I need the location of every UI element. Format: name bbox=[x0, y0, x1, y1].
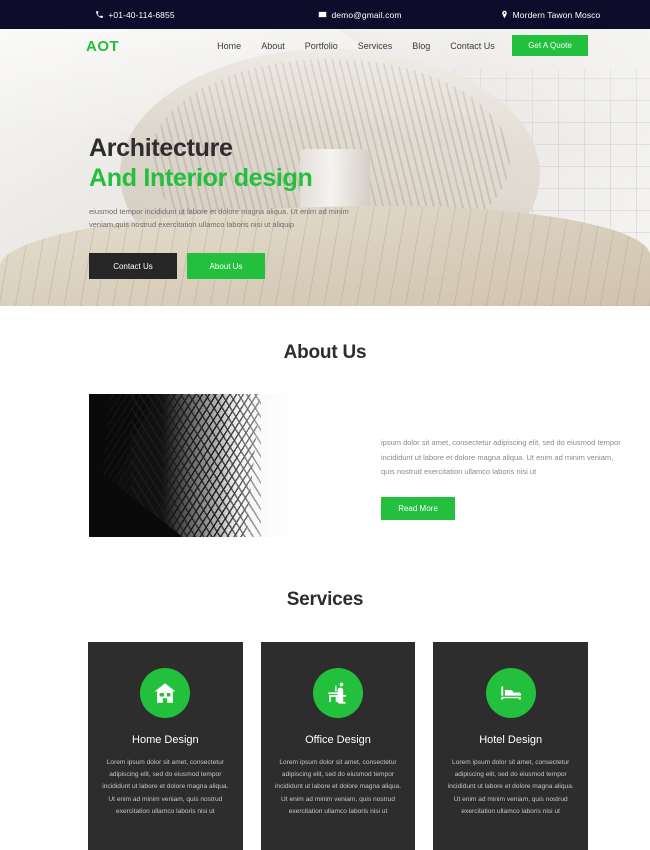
about-title: About Us bbox=[283, 342, 367, 363]
nav-item-contact-us[interactable]: Contact Us bbox=[450, 41, 495, 51]
topbar-location-text: Mordern Tawon Mosco bbox=[512, 9, 601, 20]
services-cards: Home Design Lorem ipsum dolor sit amet, … bbox=[0, 642, 650, 850]
nav-item-portfolio[interactable]: Portfolio bbox=[305, 41, 338, 51]
landing-page: +01-40-114-6855 demo@gmail.com Mordern T… bbox=[0, 0, 650, 850]
about-text-block: ipsum dolor sit amet, consectetur adipis… bbox=[381, 394, 626, 520]
service-card-title: Hotel Design bbox=[479, 734, 543, 746]
nav-item-blog[interactable]: Blog bbox=[412, 41, 430, 51]
hero-buttons: Contact Us About Us bbox=[89, 253, 389, 280]
service-card-text: Lorem ipsum dolor sit amet, consectetur … bbox=[447, 759, 574, 815]
about-section: About Us ipsum dolor sit amet, consectet… bbox=[0, 306, 650, 537]
service-card-office-design[interactable]: Office Design Lorem ipsum dolor sit amet… bbox=[260, 642, 416, 850]
about-image bbox=[89, 394, 331, 537]
top-contact-bar: +01-40-114-6855 demo@gmail.com Mordern T… bbox=[0, 0, 650, 29]
service-card-hotel-design[interactable]: Hotel Design Lorem ipsum dolor sit amet,… bbox=[433, 642, 589, 850]
service-card-title: Office Design bbox=[305, 734, 371, 746]
nav-item-home[interactable]: Home bbox=[217, 41, 241, 51]
hero-title-line1: Architecture bbox=[89, 134, 233, 162]
hero-title: Architecture And Interior design bbox=[89, 134, 389, 193]
main-navigation: AOT Home About Portfolio Services Blog C… bbox=[0, 29, 650, 63]
bed-icon bbox=[485, 668, 536, 718]
site-logo[interactable]: AOT bbox=[86, 38, 119, 55]
service-card-text: Lorem ipsum dolor sit amet, consectetur … bbox=[102, 759, 229, 815]
house-icon bbox=[140, 668, 191, 718]
hero-content: Architecture And Interior design eiusmod… bbox=[89, 134, 389, 280]
topbar-email-text: demo@gmail.com bbox=[331, 9, 402, 20]
hero-contact-us-button[interactable]: Contact Us bbox=[89, 253, 177, 280]
topbar-email[interactable]: demo@gmail.com bbox=[270, 10, 450, 20]
about-read-more-button[interactable]: Read More bbox=[381, 496, 455, 520]
hero-section: AOT Home About Portfolio Services Blog C… bbox=[0, 29, 650, 306]
phone-icon bbox=[95, 10, 104, 19]
service-card-text: Lorem ipsum dolor sit amet, consectetur … bbox=[274, 759, 402, 815]
about-paragraph: ipsum dolor sit amet, consectetur adipis… bbox=[381, 438, 621, 477]
hero-paragraph: eiusmod tempor incididunt ut labore et d… bbox=[89, 207, 349, 230]
hero-title-line2: And Interior design bbox=[89, 163, 313, 192]
topbar-phone[interactable]: +01-40-114-6855 bbox=[0, 10, 270, 20]
nav-item-about[interactable]: About bbox=[261, 41, 285, 51]
get-a-quote-button[interactable]: Get A Quote bbox=[512, 35, 588, 56]
mail-icon bbox=[318, 10, 327, 19]
hero-about-us-button[interactable]: About Us bbox=[187, 253, 265, 280]
services-title: Services bbox=[286, 589, 364, 610]
nav-item-services[interactable]: Services bbox=[358, 41, 393, 51]
services-section: Services Home Design Lorem ipsum dolor s… bbox=[0, 537, 650, 850]
topbar-phone-text: +01-40-114-6855 bbox=[108, 9, 175, 20]
topbar-location[interactable]: Mordern Tawon Mosco bbox=[450, 10, 650, 20]
service-card-home-design[interactable]: Home Design Lorem ipsum dolor sit amet, … bbox=[88, 642, 243, 850]
location-pin-icon bbox=[500, 10, 509, 19]
service-card-title: Home Design bbox=[132, 734, 199, 746]
nav-links: Home About Portfolio Services Blog Conta… bbox=[217, 41, 495, 51]
about-body: ipsum dolor sit amet, consectetur adipis… bbox=[0, 394, 650, 537]
office-desk-icon bbox=[313, 668, 363, 718]
